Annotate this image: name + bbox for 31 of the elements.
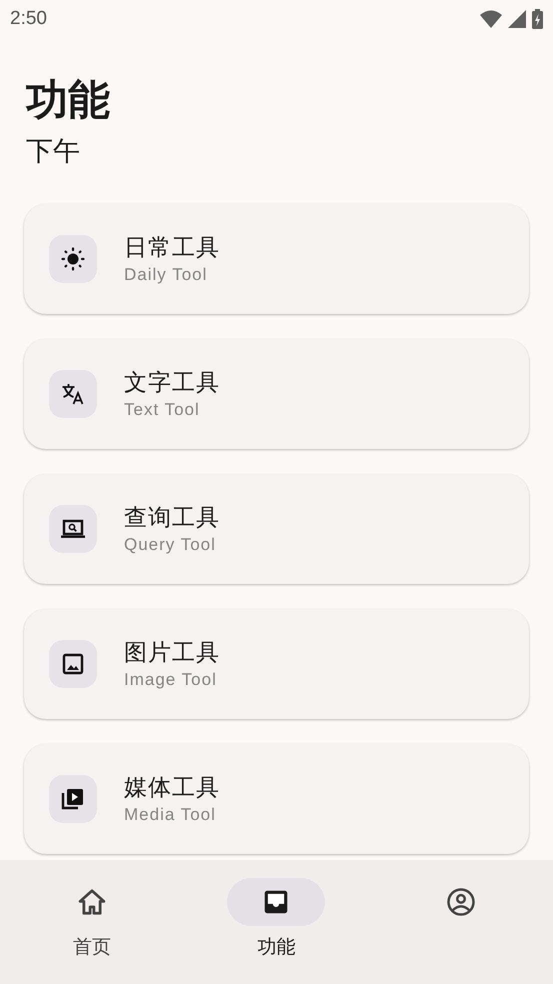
battery-icon xyxy=(532,9,543,29)
tool-card[interactable]: 文字工具 Text Tool xyxy=(24,339,529,449)
sun-icon xyxy=(61,247,85,271)
tool-subtitle: Image Tool xyxy=(124,668,218,690)
tool-title: 图片工具 xyxy=(124,638,220,666)
home-icon xyxy=(77,887,108,917)
tool-subtitle: Media Tool xyxy=(124,804,217,826)
nav-tab[interactable] xyxy=(227,878,326,926)
tool-title: 查询工具 xyxy=(124,502,220,532)
page-title: 功能 xyxy=(26,75,111,125)
account-icon xyxy=(446,887,476,917)
tool-card[interactable]: 媒体工具 Media Tool xyxy=(24,744,529,854)
tool-card[interactable]: 查询工具 Query Tool xyxy=(24,474,529,584)
nav-label: 功能 xyxy=(257,936,296,960)
image-icon xyxy=(61,652,85,676)
status-time: 2:50 xyxy=(10,6,47,31)
tool-subtitle: Text Tool xyxy=(124,398,201,420)
tool-subtitle: Query Tool xyxy=(124,534,217,556)
video-library-icon xyxy=(61,787,85,811)
tool-title: 文字工具 xyxy=(124,368,220,396)
tool-title: 媒体工具 xyxy=(124,772,220,802)
page-subtitle: 下午 xyxy=(26,135,81,168)
translate-icon xyxy=(61,382,85,406)
signal-icon xyxy=(508,10,526,28)
tool-card[interactable]: 日常工具 Daily Tool xyxy=(24,204,529,314)
wifi-icon xyxy=(480,10,502,28)
tool-card[interactable]: 图片工具 Image Tool xyxy=(24,609,529,719)
tool-title: 日常工具 xyxy=(124,232,220,262)
laptop-search-icon xyxy=(61,517,85,541)
tool-subtitle: Daily Tool xyxy=(124,264,208,286)
nav-label: 首页 xyxy=(73,936,112,960)
